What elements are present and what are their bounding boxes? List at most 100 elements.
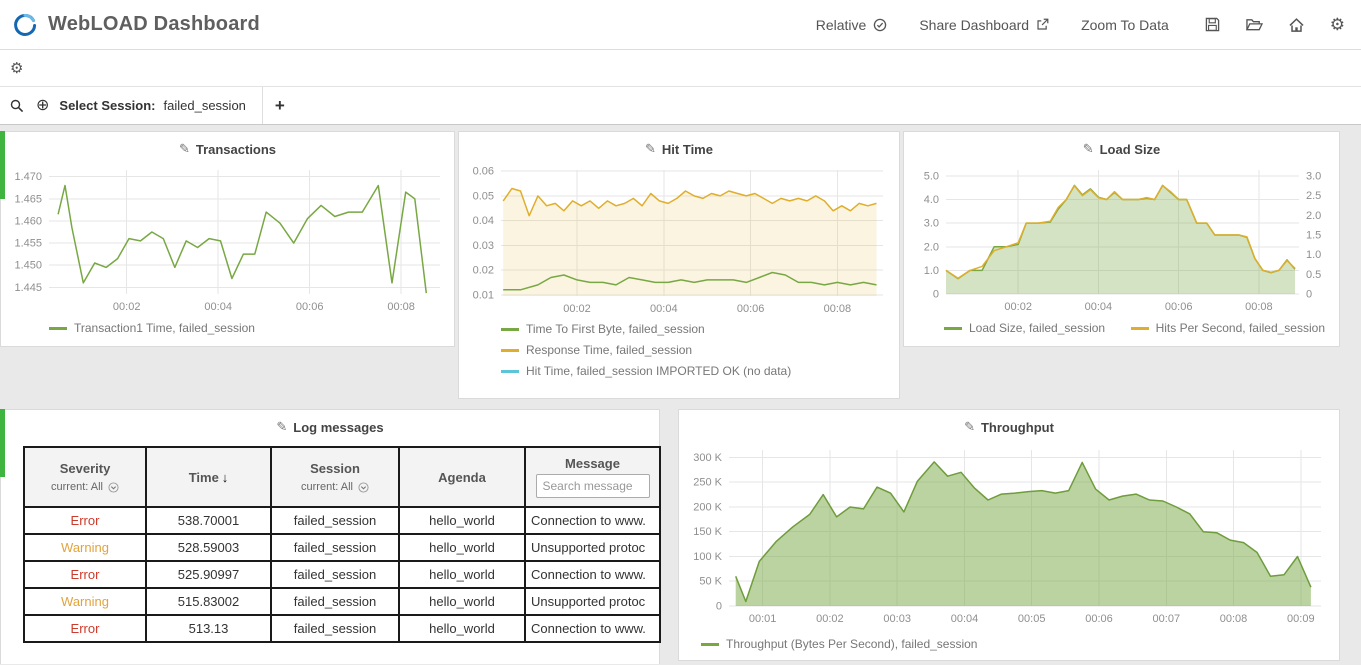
legend-label: Hits Per Second, failed_session — [1155, 321, 1325, 335]
session-value[interactable]: failed_session — [164, 98, 246, 113]
svg-text:00:02: 00:02 — [563, 303, 591, 315]
log-row[interactable]: Warning 528.59003 failed_session hello_worl… — [23, 533, 661, 562]
svg-text:00:05: 00:05 — [1018, 613, 1046, 625]
log-messages-title: ✎ Log messages — [1, 410, 659, 440]
svg-text:1.445: 1.445 — [14, 282, 42, 294]
legend-swatch-icon — [501, 327, 519, 331]
cell-time: 513.13 — [145, 614, 272, 643]
panel-title-text: Transactions — [195, 141, 277, 157]
cell-session: failed_session — [270, 560, 400, 589]
legend-swatch-icon — [49, 326, 67, 330]
edit-icon[interactable]: ✎ — [1083, 141, 1094, 157]
panel-accent-strip — [0, 131, 5, 199]
svg-text:1.5: 1.5 — [1306, 230, 1321, 242]
svg-text:00:04: 00:04 — [951, 613, 979, 625]
transactions-legend: Transaction1 Time, failed_session — [1, 316, 454, 343]
svg-text:00:04: 00:04 — [1085, 301, 1113, 313]
add-tab-button[interactable]: + — [275, 96, 285, 116]
header-icon-buttons: ⚙ — [1205, 16, 1345, 33]
zoom-to-data-button[interactable]: Zoom To Data — [1081, 17, 1169, 33]
panel-settings-button[interactable]: ⚙ — [10, 61, 23, 76]
column-session[interactable]: Session current: All — [270, 446, 400, 508]
save-button[interactable] — [1205, 17, 1220, 32]
cell-message: Unsupported protoc — [524, 533, 661, 562]
legend-item[interactable]: Time To First Byte, failed_session — [501, 322, 899, 336]
edit-icon[interactable]: ✎ — [964, 419, 975, 435]
dashboard-toolbar: ⚙ — [0, 50, 1361, 87]
cell-time: 515.83002 — [145, 587, 272, 616]
svg-text:150 K: 150 K — [693, 526, 722, 538]
column-agenda[interactable]: Agenda — [398, 446, 526, 508]
log-row[interactable]: Error 525.90997 failed_session hello_world C… — [23, 560, 661, 589]
column-message[interactable]: Message — [524, 446, 661, 508]
folder-open-icon — [1245, 18, 1263, 30]
legend-item[interactable]: Hits Per Second, failed_session — [1130, 321, 1325, 335]
legend-label: Time To First Byte, failed_session — [526, 322, 705, 336]
cell-severity: Error — [23, 614, 147, 643]
svg-text:00:07: 00:07 — [1153, 613, 1181, 625]
share-dashboard-label: Share Dashboard — [919, 16, 1030, 33]
svg-text:1.460: 1.460 — [14, 215, 42, 227]
svg-text:5.0: 5.0 — [924, 170, 939, 182]
column-label: Agenda — [438, 469, 486, 485]
legend-item[interactable]: Transaction1 Time, failed_session — [49, 321, 255, 335]
legend-swatch-icon — [501, 369, 519, 373]
panel-accent-strip — [0, 409, 5, 477]
search-button[interactable] — [10, 99, 24, 113]
column-label: Severity — [59, 461, 111, 476]
edit-icon[interactable]: ✎ — [645, 141, 656, 157]
svg-text:1.450: 1.450 — [14, 260, 42, 272]
cell-session: failed_session — [270, 587, 400, 616]
svg-text:00:06: 00:06 — [737, 303, 765, 315]
settings-button[interactable]: ⚙ — [1330, 16, 1345, 33]
edit-icon[interactable]: ✎ — [179, 141, 190, 157]
legend-label: Load Size, failed_session — [969, 321, 1106, 335]
throughput-legend: Throughput (Bytes Per Second), failed_se… — [679, 632, 1339, 659]
svg-text:00:06: 00:06 — [296, 301, 324, 313]
svg-text:00:08: 00:08 — [824, 303, 852, 315]
column-severity[interactable]: Severity current: All — [23, 446, 147, 508]
cell-time: 525.90997 — [145, 560, 272, 589]
throughput-title: ✎ Throughput — [679, 410, 1339, 440]
edit-icon[interactable]: ✎ — [276, 419, 287, 435]
cell-severity: Error — [23, 560, 147, 589]
sort-desc-icon: ↓ — [221, 469, 229, 485]
share-dashboard-button[interactable]: Share Dashboard — [919, 17, 1049, 33]
panel-title-text: Log messages — [293, 419, 384, 435]
svg-text:0.01: 0.01 — [473, 289, 494, 301]
legend-swatch-icon — [701, 642, 719, 646]
cell-agenda: hello_world — [398, 587, 526, 616]
throughput-chart: 0 50 K 100 K 150 K 200 K 250 K 300 K 00:01 00:02… — [693, 450, 1321, 625]
panel-throughput: ✎ Throughput 0 50 K 100 K 150 K 200 K 250 K 30… — [678, 409, 1340, 661]
legend-item[interactable]: Throughput (Bytes Per Second), failed_se… — [701, 637, 977, 651]
external-link-icon — [1037, 18, 1049, 30]
legend-item[interactable]: Hit Time, failed_session IMPORTED OK (no… — [501, 364, 899, 378]
app-title: WebLOAD Dashboard — [48, 13, 260, 35]
relative-toggle[interactable]: Relative — [816, 17, 888, 33]
open-dashboard-button[interactable] — [1245, 18, 1263, 32]
column-time[interactable]: Time ↓ — [145, 446, 272, 508]
legend-label: Hit Time, failed_session IMPORTED OK (no… — [526, 364, 792, 378]
svg-text:00:06: 00:06 — [1085, 613, 1113, 625]
log-row[interactable]: Error 538.70001 failed_session hello_world C… — [23, 506, 661, 535]
svg-text:1.465: 1.465 — [14, 193, 42, 205]
filter-caret-icon[interactable] — [108, 481, 119, 493]
cell-severity: Warning — [23, 587, 147, 616]
home-button[interactable] — [1289, 17, 1304, 32]
svg-text:50 K: 50 K — [699, 576, 722, 588]
message-search-input[interactable] — [535, 474, 650, 498]
column-label: Session — [310, 461, 360, 476]
log-row[interactable]: Warning 515.83002 failed_session hello_worl… — [23, 587, 661, 616]
panel-title-text: Load Size — [1099, 141, 1161, 157]
add-session-circle-button[interactable]: ⊕ — [36, 97, 49, 114]
cell-session: failed_session — [270, 506, 400, 535]
filter-caret-icon[interactable] — [358, 481, 369, 493]
legend-item[interactable]: Load Size, failed_session — [944, 321, 1105, 335]
svg-text:3.0: 3.0 — [924, 218, 939, 230]
legend-item[interactable]: Response Time, failed_session — [501, 343, 899, 357]
log-row[interactable]: Error 513.13 failed_session hello_world Conn… — [23, 614, 661, 643]
search-icon — [10, 99, 24, 112]
relative-label: Relative — [815, 16, 867, 33]
panel-transactions: ✎ Transactions 1.445 1.450 1.455 1.460 1.465… — [0, 131, 455, 347]
svg-text:00:03: 00:03 — [883, 613, 911, 625]
